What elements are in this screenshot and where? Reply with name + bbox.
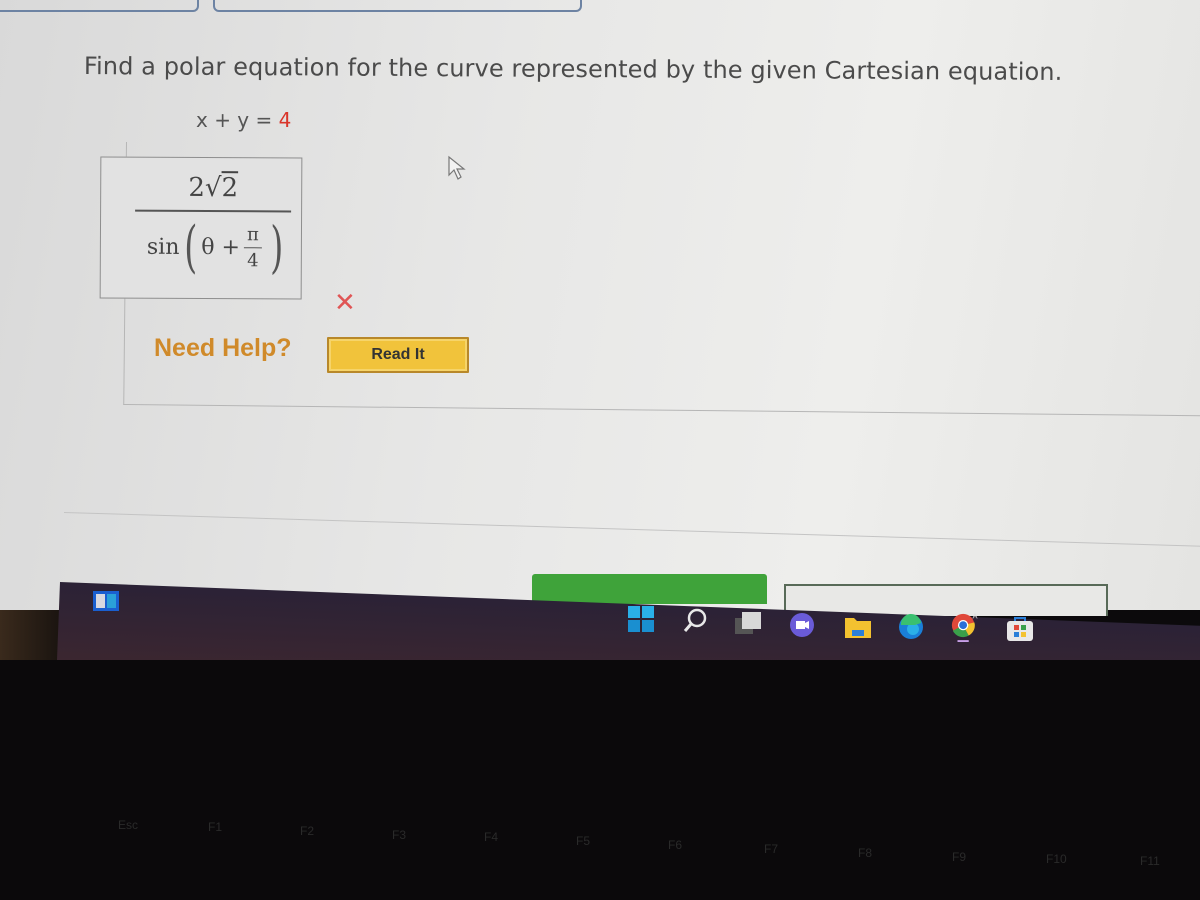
top-tab-box[interactable] [0,0,199,12]
need-help-label: Need Help? [154,334,292,362]
file-explorer-icon[interactable] [843,612,873,642]
key-f8[interactable]: F8 [858,846,872,860]
mouse-cursor-icon [448,155,466,180]
cartesian-equation: x + y = 4 [196,108,291,132]
task-view-icon[interactable] [733,608,763,638]
search-icon[interactable] [680,606,710,636]
small-fraction-bar [243,247,262,249]
store-icon[interactable] [1005,614,1035,644]
screen: Find a polar equation for the curve repr… [0,0,1200,616]
incorrect-x-icon: ✕ [334,288,356,318]
read-it-button[interactable]: Read It [327,337,469,373]
laptop-keyboard: Esc F1 F2 F3 F4 F5 F6 F7 F8 F9 F10 F11 [0,660,1200,900]
sin-function: sin [146,234,180,260]
chat-icon[interactable] [787,610,817,640]
submit-button[interactable] [532,574,767,604]
answer-numerator: 2√2 [135,170,291,207]
key-f6[interactable]: F6 [668,838,682,852]
pi-over-four: π 4 [243,224,262,272]
sqrt-symbol: √ [204,173,222,204]
answer-denominator: sin ( θ + π 4 ) [135,214,291,280]
answer-fraction: 2√2 sin ( θ + π 4 ) [135,170,292,280]
key-f5[interactable]: F5 [576,834,590,848]
key-f4[interactable]: F4 [484,830,498,844]
top-tab-box[interactable] [213,0,582,12]
key-f2[interactable]: F2 [300,824,314,838]
key-f9[interactable]: F9 [952,850,966,864]
key-f10[interactable]: F10 [1046,852,1067,866]
numerator-coefficient: 2 [188,172,205,204]
key-f11[interactable]: F11 [1140,854,1160,868]
key-f3[interactable]: F3 [392,828,406,842]
right-paren: ) [270,214,284,280]
numerator-radicand: 2 [221,173,239,204]
key-f7[interactable]: F7 [764,842,778,856]
question-prompt: Find a polar equation for the curve repr… [83,52,1063,86]
key-f1[interactable]: F1 [208,820,222,834]
section-divider [63,512,1200,548]
chrome-icon[interactable]: A [950,612,980,642]
widgets-icon[interactable] [92,590,120,612]
key-esc[interactable]: Esc [118,818,138,832]
start-icon[interactable] [626,604,656,634]
left-paren: ( [183,214,198,280]
theta-term: θ + [201,235,240,261]
edge-icon[interactable] [896,612,926,642]
equation-rhs: 4 [278,108,292,132]
equation-lhs: x + y = [196,108,279,132]
four-denominator: 4 [247,250,259,272]
answer-input[interactable]: 2√2 sin ( θ + π 4 ) [99,156,303,300]
fraction-bar [135,209,292,212]
pi-symbol: π [247,224,259,246]
svg-text:A: A [973,612,978,621]
